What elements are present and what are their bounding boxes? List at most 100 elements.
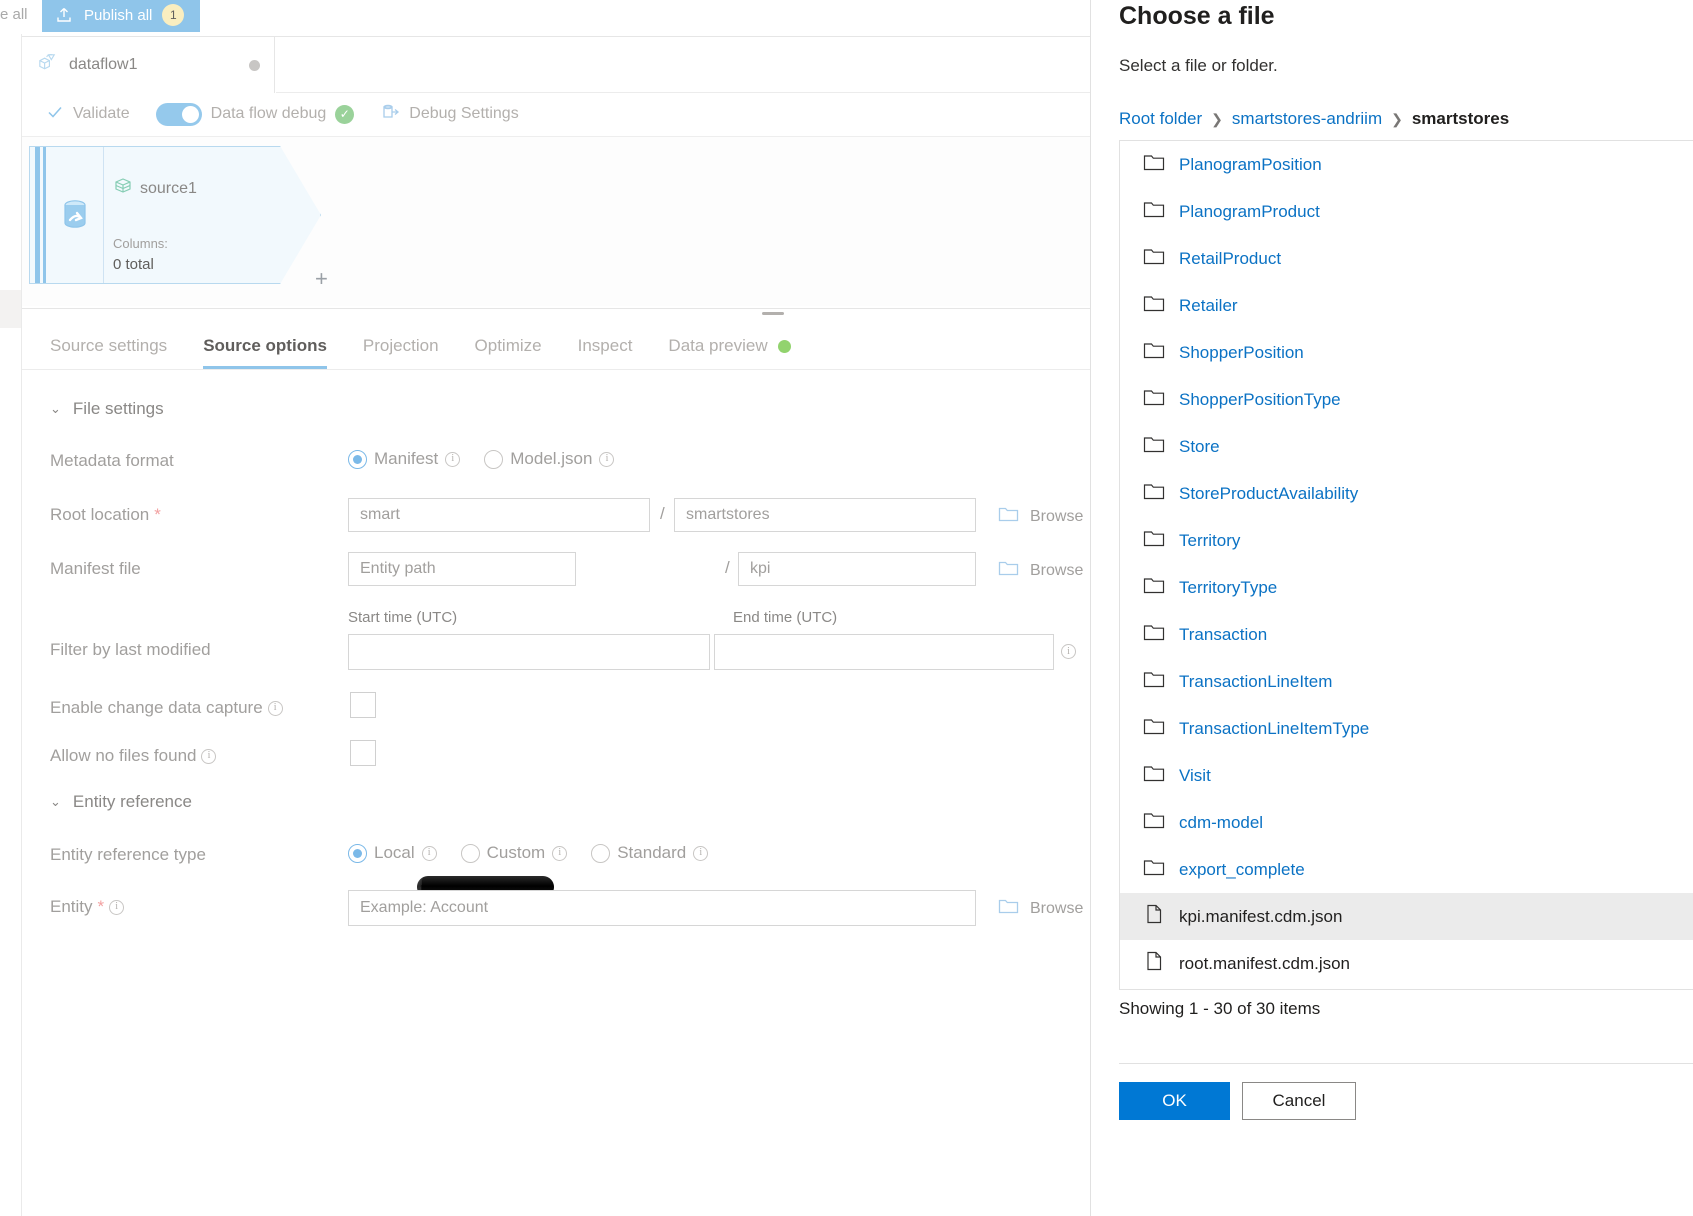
info-icon[interactable]: i xyxy=(693,845,709,861)
dialog-title: Choose a file xyxy=(1119,2,1275,30)
cancel-button[interactable]: Cancel xyxy=(1242,1082,1356,1120)
filter-end-time-input[interactable] xyxy=(714,634,1054,670)
entity-reference-header-label: Entity reference xyxy=(72,792,192,811)
folder-icon xyxy=(1143,200,1165,224)
info-icon[interactable]: i xyxy=(599,451,615,467)
radio-local-dot[interactable] xyxy=(348,843,367,863)
radio-standard-dot[interactable] xyxy=(591,843,611,863)
tab-data-preview[interactable]: Data preview xyxy=(668,336,791,369)
tab-optimize-label: Optimize xyxy=(474,336,542,355)
source-node-divider xyxy=(103,147,104,283)
breadcrumb: Root folder ❯ smartstores-andriim ❯ smar… xyxy=(1119,109,1509,129)
allow-no-files-checkbox[interactable] xyxy=(350,740,376,766)
folder-list-item[interactable]: Visit xyxy=(1120,752,1693,799)
ok-button[interactable]: OK xyxy=(1119,1082,1230,1120)
list-item-label: ShopperPosition xyxy=(1179,342,1304,362)
info-icon[interactable]: i xyxy=(201,748,217,764)
validate-button[interactable]: Validate xyxy=(46,103,130,126)
info-icon[interactable]: i xyxy=(445,451,461,467)
folder-list-item[interactable]: Store xyxy=(1120,423,1693,470)
tab-source-settings-label: Source settings xyxy=(50,336,168,355)
data-flow-debug-toggle[interactable] xyxy=(155,102,202,126)
folder-list-item[interactable]: Transaction xyxy=(1120,611,1693,658)
tab-source-options[interactable]: Source options xyxy=(203,336,327,369)
folder-list-item[interactable]: export_complete xyxy=(1120,846,1693,893)
entity-browse-button[interactable]: Browse xyxy=(998,897,1083,920)
radio-local[interactable]: Local i xyxy=(348,843,437,863)
root-location-folder-input[interactable] xyxy=(674,498,976,532)
radio-model-json-dot[interactable] xyxy=(484,449,504,469)
manifest-file-name-input[interactable] xyxy=(738,552,976,586)
folder-list-item[interactable]: ShopperPositionType xyxy=(1120,376,1693,423)
dataflow-tab-row: dataflow1 xyxy=(22,36,1090,93)
radio-standard-label: Standard xyxy=(617,843,687,862)
list-item-label: TerritoryType xyxy=(1179,577,1278,597)
folder-list-item[interactable]: Territory xyxy=(1120,517,1693,564)
folder-icon xyxy=(1143,670,1165,694)
discard-all-button[interactable]: e all xyxy=(0,6,28,23)
dataflow-tab[interactable]: dataflow1 xyxy=(22,37,275,93)
tab-projection[interactable]: Projection xyxy=(363,336,439,369)
radio-standard[interactable]: Standard i xyxy=(591,843,709,863)
tab-source-settings[interactable]: Source settings xyxy=(50,336,167,369)
info-icon[interactable]: i xyxy=(552,845,568,861)
list-item-label: cdm-model xyxy=(1179,812,1264,832)
file-icon xyxy=(1143,950,1165,977)
folder-list-item[interactable]: Retailer xyxy=(1120,282,1693,329)
publish-all-button[interactable]: Publish all 1 xyxy=(42,0,201,32)
folder-icon xyxy=(1143,153,1165,177)
folder-list-item[interactable]: ShopperPosition xyxy=(1120,329,1693,376)
data-flow-debug-group[interactable]: Data flow debug ✓ xyxy=(155,102,355,126)
debug-settings-button[interactable]: Debug Settings xyxy=(380,102,519,127)
info-icon[interactable]: i xyxy=(421,845,437,861)
radio-manifest-dot[interactable] xyxy=(348,449,367,469)
tab-inspect[interactable]: Inspect xyxy=(578,336,633,369)
folder-list-item[interactable]: TransactionLineItemType xyxy=(1120,705,1693,752)
add-transformation-button[interactable]: + xyxy=(315,268,328,290)
folder-list-item[interactable]: PlanogramProduct xyxy=(1120,188,1693,235)
source-node-name: source1 xyxy=(140,179,197,197)
radio-manifest[interactable]: Manifest i xyxy=(348,449,461,469)
choose-a-file-dialog: Choose a file Select a file or folder. R… xyxy=(1090,0,1693,1216)
root-location-container-input[interactable] xyxy=(348,498,650,532)
tab-source-options-label: Source options xyxy=(203,336,327,355)
folder-icon xyxy=(1143,435,1165,459)
info-icon[interactable]: i xyxy=(109,899,125,915)
folder-icon xyxy=(1143,482,1165,506)
info-icon[interactable]: i xyxy=(267,700,283,716)
folder-list-item[interactable]: TerritoryType xyxy=(1120,564,1693,611)
folder-list-item[interactable]: TransactionLineItem xyxy=(1120,658,1693,705)
file-list-item[interactable]: kpi.manifest.cdm.json xyxy=(1120,893,1693,940)
tab-optimize[interactable]: Optimize xyxy=(475,336,542,369)
file-list-item[interactable]: root.manifest.cdm.json xyxy=(1120,940,1693,987)
entity-reference-type-radio-group[interactable]: Local i Custom i Standard i xyxy=(348,843,732,863)
folder-list-item[interactable]: cdm-model xyxy=(1120,799,1693,846)
dataflow-canvas[interactable]: source1 Columns: 0 total + xyxy=(22,136,1090,306)
file-settings-header-label: File settings xyxy=(72,399,164,418)
file-settings-section-header[interactable]: ⌄ File settings xyxy=(50,399,164,419)
allow-no-files-label-text: Allow no files found xyxy=(50,746,197,765)
radio-custom-dot[interactable] xyxy=(460,843,480,863)
breadcrumb-item-smartstores-andriim[interactable]: smartstores-andriim xyxy=(1232,109,1382,129)
metadata-format-radio-group[interactable]: Manifest i Model.json i xyxy=(348,449,638,469)
manifest-file-browse-button[interactable]: Browse xyxy=(998,559,1083,582)
folder-list-item[interactable]: RetailProduct xyxy=(1120,235,1693,282)
required-marker: * xyxy=(154,505,161,524)
filter-start-time-input[interactable] xyxy=(348,634,710,670)
publish-upload-icon xyxy=(54,5,74,25)
radio-model-json[interactable]: Model.json i xyxy=(484,449,615,469)
breadcrumb-item-root-folder[interactable]: Root folder xyxy=(1119,109,1202,129)
manifest-entity-path-input[interactable] xyxy=(348,552,576,586)
info-icon[interactable]: i xyxy=(1061,644,1076,659)
folder-list-item[interactable]: StoreProductAvailability xyxy=(1120,470,1693,517)
enable-cdc-checkbox[interactable] xyxy=(350,692,376,718)
root-location-browse-button[interactable]: Browse xyxy=(998,505,1083,528)
folder-list-item[interactable]: PlanogramPosition xyxy=(1120,141,1693,188)
entity-input[interactable] xyxy=(348,890,976,926)
file-list[interactable]: PlanogramPosition PlanogramProduct RetailP… xyxy=(1119,140,1693,990)
panel-splitter-handle[interactable] xyxy=(762,312,784,315)
radio-custom[interactable]: Custom i xyxy=(460,843,568,863)
check-icon xyxy=(46,103,64,126)
source-node[interactable]: source1 Columns: 0 total + xyxy=(29,146,328,290)
entity-reference-section-header[interactable]: ⌄ Entity reference xyxy=(50,792,192,812)
